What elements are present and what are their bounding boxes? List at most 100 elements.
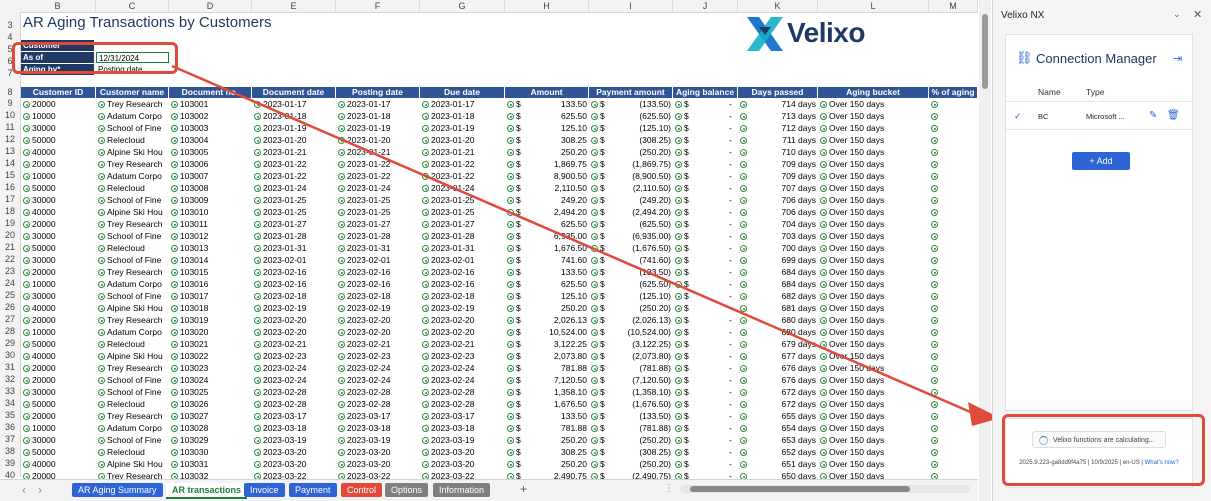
customer-name-cell[interactable]: Trey Research <box>96 314 169 326</box>
table-row[interactable]: 30000 School of Fine 103029 2023-03-19 2023-… <box>21 434 978 446</box>
percent-aging-cell[interactable] <box>929 446 978 458</box>
row-number[interactable]: 27 <box>0 314 20 324</box>
tab-next-button[interactable]: › <box>38 483 42 497</box>
due-date-cell[interactable]: 2023-02-01 <box>420 254 505 266</box>
days-passed-cell[interactable]: 672 days <box>738 398 818 410</box>
row-number[interactable]: 22 <box>0 254 20 264</box>
payment-amount-cell[interactable]: $ (250.20) <box>589 434 673 446</box>
aging-bucket-cell[interactable]: Over 150 days <box>818 206 929 218</box>
document-date-cell[interactable]: 2023-03-20 <box>252 446 336 458</box>
column-header[interactable]: Amount <box>505 87 589 98</box>
posting-date-cell[interactable]: 2023-01-22 <box>336 158 420 170</box>
due-date-cell[interactable]: 2023-01-20 <box>420 134 505 146</box>
table-row[interactable]: 20000 School of Fine 103024 2023-02-24 2023-… <box>21 374 978 386</box>
amount-cell[interactable]: $741.60 <box>505 254 589 266</box>
customer-id-cell[interactable]: 20000 <box>21 98 96 110</box>
payment-amount-cell[interactable]: $ (250.20) <box>589 302 673 314</box>
amount-cell[interactable]: $8,900.50 <box>505 170 589 182</box>
posting-date-cell[interactable]: 2023-01-27 <box>336 218 420 230</box>
aging-bucket-cell[interactable]: Over 150 days <box>818 422 929 434</box>
customer-name-cell[interactable]: Alpine Ski Hou <box>96 146 169 158</box>
row-number[interactable]: 20 <box>0 230 20 240</box>
customer-id-cell[interactable]: 20000 <box>21 410 96 422</box>
document-no-cell[interactable]: 103006 <box>169 158 252 170</box>
aging-bucket-cell[interactable]: Over 150 days <box>818 398 929 410</box>
row-number[interactable]: 24 <box>0 278 20 288</box>
customer-name-cell[interactable]: School of Fine <box>96 254 169 266</box>
table-row[interactable]: 20000 Trey Research 103023 2023-02-24 2023-0… <box>21 362 978 374</box>
customer-id-cell[interactable]: 20000 <box>21 266 96 278</box>
amount-cell[interactable]: $2,073.80 <box>505 350 589 362</box>
payment-amount-cell[interactable]: $ (308.25) <box>589 446 673 458</box>
document-no-cell[interactable]: 103023 <box>169 362 252 374</box>
row-number[interactable]: 8 <box>0 87 20 97</box>
document-date-cell[interactable]: 2023-03-17 <box>252 410 336 422</box>
due-date-cell[interactable]: 2023-01-25 <box>420 194 505 206</box>
aging-bucket-cell[interactable]: Over 150 days <box>818 254 929 266</box>
aging-bucket-cell[interactable]: Over 150 days <box>818 446 929 458</box>
document-no-cell[interactable]: 103031 <box>169 458 252 470</box>
table-row[interactable]: 10000 Adatum Corpo 103020 2023-02-20 2023-02… <box>21 326 978 338</box>
chevron-down-icon[interactable]: ⌄ <box>1173 9 1181 20</box>
amount-cell[interactable]: $249.20 <box>505 194 589 206</box>
percent-aging-cell[interactable] <box>929 206 978 218</box>
days-passed-cell[interactable]: 676 days <box>738 362 818 374</box>
days-passed-cell[interactable]: 684 days <box>738 278 818 290</box>
posting-date-cell[interactable]: 2023-01-18 <box>336 110 420 122</box>
document-date-cell[interactable]: 2023-01-22 <box>252 170 336 182</box>
column-letter-J[interactable]: J <box>673 0 738 12</box>
payment-amount-cell[interactable]: $ (625.50) <box>589 110 673 122</box>
spreadsheet-area[interactable]: BCDEFGHIJKLM 3 4 5 6 7 8 9 10 11 12 13 14 15 16 17 18 19… <box>0 0 978 501</box>
document-no-cell[interactable]: 103020 <box>169 326 252 338</box>
customer-name-cell[interactable]: Trey Research <box>96 410 169 422</box>
amount-cell[interactable]: $1,358.10 <box>505 386 589 398</box>
due-date-cell[interactable]: 2023-01-22 <box>420 170 505 182</box>
customer-id-cell[interactable]: 50000 <box>21 182 96 194</box>
document-no-cell[interactable]: 103015 <box>169 266 252 278</box>
posting-date-cell[interactable]: 2023-02-20 <box>336 326 420 338</box>
customer-id-cell[interactable]: 30000 <box>21 194 96 206</box>
amount-cell[interactable]: $781.88 <box>505 422 589 434</box>
row-number[interactable]: 35 <box>0 410 20 420</box>
column-header[interactable]: Customer name <box>96 87 169 98</box>
due-date-cell[interactable]: 2023-03-20 <box>420 458 505 470</box>
customer-id-cell[interactable]: 40000 <box>21 350 96 362</box>
table-row[interactable]: 20000 Trey Research 103027 2023-03-17 2023-0… <box>21 410 978 422</box>
amount-cell[interactable]: $125.10 <box>505 122 589 134</box>
due-date-cell[interactable]: 2023-03-20 <box>420 446 505 458</box>
percent-aging-cell[interactable] <box>929 218 978 230</box>
row-number[interactable]: 25 <box>0 290 20 300</box>
customer-name-cell[interactable]: School of Fine <box>96 374 169 386</box>
due-date-cell[interactable]: 2023-02-18 <box>420 290 505 302</box>
aging-bucket-cell[interactable]: Over 150 days <box>818 434 929 446</box>
customer-id-cell[interactable]: 30000 <box>21 230 96 242</box>
posting-date-cell[interactable]: 2023-03-19 <box>336 434 420 446</box>
customer-name-cell[interactable]: School of Fine <box>96 290 169 302</box>
due-date-cell[interactable]: 2023-03-19 <box>420 434 505 446</box>
aging-balance-cell[interactable]: $ - <box>673 266 738 278</box>
column-letter-B[interactable]: B <box>20 0 96 12</box>
posting-date-cell[interactable]: 2023-02-24 <box>336 362 420 374</box>
row-number[interactable]: 12 <box>0 134 20 144</box>
table-row[interactable]: 50000 Relecloud 103030 2023-03-20 2023-03-20… <box>21 446 978 458</box>
aging-bucket-cell[interactable]: Over 150 days <box>818 146 929 158</box>
due-date-cell[interactable]: 2023-01-17 <box>420 98 505 110</box>
customer-name-cell[interactable]: School of Fine <box>96 386 169 398</box>
row-number[interactable]: 14 <box>0 158 20 168</box>
row-number[interactable]: 3 <box>0 20 20 30</box>
amount-cell[interactable]: $133.50 <box>505 98 589 110</box>
document-date-cell[interactable]: 2023-01-28 <box>252 230 336 242</box>
customer-id-cell[interactable]: 20000 <box>21 218 96 230</box>
posting-date-cell[interactable]: 2023-01-19 <box>336 122 420 134</box>
document-no-cell[interactable]: 103008 <box>169 182 252 194</box>
table-row[interactable]: 20000 Trey Research 103006 2023-01-22 2023-0… <box>21 158 978 170</box>
column-letter-K[interactable]: K <box>738 0 818 12</box>
more-options-icon[interactable]: ⋮ <box>664 483 674 494</box>
payment-amount-cell[interactable]: $ (3,122.25) <box>589 338 673 350</box>
document-date-cell[interactable]: 2023-01-21 <box>252 146 336 158</box>
customer-name-cell[interactable]: Alpine Ski Hou <box>96 302 169 314</box>
aging-bucket-cell[interactable]: Over 150 days <box>818 362 929 374</box>
document-date-cell[interactable]: 2023-02-20 <box>252 314 336 326</box>
aging-balance-cell[interactable]: $ - <box>673 410 738 422</box>
amount-cell[interactable]: $250.20 <box>505 458 589 470</box>
